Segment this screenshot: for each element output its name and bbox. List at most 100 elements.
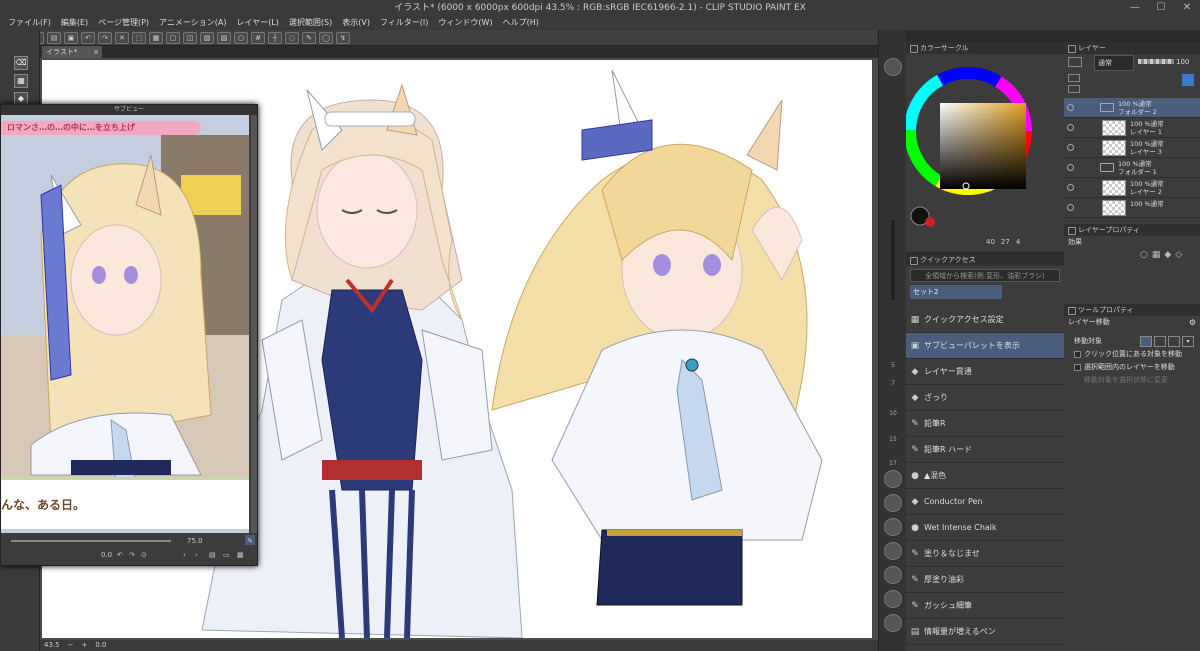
undo-icon[interactable]: ↶ — [81, 31, 95, 44]
qa-item-show-subview[interactable]: ▣ サブビューパレットを表示 — [906, 333, 1064, 359]
zoom-value[interactable]: 43.5 — [44, 640, 60, 651]
qa-item-pencil-r-hard[interactable]: ✎ 鉛筆R ハード — [906, 437, 1064, 463]
visibility-eye-icon[interactable] — [1067, 204, 1074, 211]
layer-row-folder-1[interactable]: 100 %通常 フォルダー 1 — [1064, 158, 1200, 178]
clear-icon[interactable]: ✕ — [115, 31, 129, 44]
quick-access-search[interactable]: 全領域から検索(例:変形、油彩ブラシ) — [910, 269, 1060, 282]
qa-item-color-mix[interactable]: ● ▲混色 — [906, 463, 1064, 489]
option-move-selected-layers[interactable]: 選択範囲内のレイヤーを移動 — [1064, 361, 1200, 374]
border-effect-icon[interactable]: ○ — [1140, 250, 1148, 260]
ellipse-icon[interactable]: ○ — [234, 31, 248, 44]
menu-animation[interactable]: アニメーション(A) — [159, 16, 226, 30]
menu-selection[interactable]: 選択範囲(S) — [289, 16, 332, 30]
qa-item-info-pen[interactable]: ▤ 情報量が増えるペン — [906, 619, 1064, 645]
layer-row-layer-3[interactable]: 100 %通常 レイヤー 3 — [1064, 138, 1200, 158]
lasso-icon[interactable]: ◌ — [285, 31, 299, 44]
blend-mode-select[interactable]: 通常 — [1094, 55, 1134, 71]
brush-size-30-preview[interactable] — [884, 494, 902, 512]
subview-scrollbar[interactable] — [251, 115, 257, 533]
visibility-eye-icon[interactable] — [1067, 104, 1074, 111]
reference-layer-icon[interactable] — [1068, 85, 1080, 93]
brush-size-5[interactable]: 5 — [882, 362, 904, 369]
transform-icon[interactable]: ⬚ — [132, 31, 146, 44]
option-click-target[interactable]: クリック位置にある対象を移動 — [1064, 348, 1200, 361]
move-target-grid-icon[interactable] — [1168, 336, 1180, 347]
menu-file[interactable]: ファイル(F) — [8, 16, 51, 30]
qa-item-layer-through[interactable]: ◆ レイヤー貫通 — [906, 359, 1064, 385]
reset-icon[interactable]: ⊙ — [141, 549, 147, 561]
grid-tool-icon[interactable]: ▦ — [14, 74, 28, 88]
shrink-selection-icon[interactable]: ▨ — [217, 31, 231, 44]
menu-window[interactable]: ウィンドウ(W) — [438, 16, 492, 30]
maximize-button[interactable]: ☐ — [1148, 0, 1174, 16]
document-tab[interactable]: イラスト* × — [42, 46, 102, 58]
ruler-icon[interactable]: ┼ — [268, 31, 282, 44]
mono-effect-icon[interactable]: ◇ — [1175, 250, 1182, 260]
quick-access-set-selector[interactable]: セット2 — [910, 285, 1002, 299]
move-target-layer-icon[interactable] — [1140, 336, 1152, 347]
brush-size-15[interactable]: 15 — [882, 436, 904, 443]
rotate-left-icon[interactable]: ↶ — [117, 549, 123, 561]
layer-row-folder-2[interactable]: 100 %通常 フォルダー 2 — [1064, 98, 1200, 118]
layer-settings-icon[interactable] — [1068, 57, 1082, 67]
brush-size-70-preview[interactable] — [884, 566, 902, 584]
brush-size-slider[interactable] — [891, 220, 895, 300]
grid-icon[interactable]: # — [251, 31, 265, 44]
brush-size-25-preview[interactable] — [884, 470, 902, 488]
layer-row-layer-2[interactable]: 100 %通常 レイヤー 2 — [1064, 178, 1200, 198]
expand-selection-icon[interactable]: ▧ — [200, 31, 214, 44]
select-all-icon[interactable]: ▦ — [149, 31, 163, 44]
clipping-icon[interactable] — [1068, 74, 1080, 82]
save-icon[interactable]: ▣ — [64, 31, 78, 44]
menu-edit[interactable]: 編集(E) — [61, 16, 88, 30]
visibility-eye-icon[interactable] — [1067, 144, 1074, 151]
qa-item-rough[interactable]: ◆ ざっり — [906, 385, 1064, 411]
import-image-icon[interactable]: ▤ — [209, 549, 216, 561]
menu-help[interactable]: ヘルプ(H) — [503, 16, 539, 30]
eyedropper-icon[interactable]: ✎ — [302, 31, 316, 44]
visibility-eye-icon[interactable] — [1067, 164, 1074, 171]
chevron-down-icon[interactable]: ▾ — [1182, 336, 1194, 347]
color-wheel[interactable] — [906, 56, 1064, 228]
brush-size-500-preview[interactable] — [884, 614, 902, 632]
brush-size-17[interactable]: 17 — [882, 460, 904, 467]
qa-item-conductor-pen[interactable]: ◆ Conductor Pen — [906, 489, 1064, 515]
subview-angle-value[interactable]: 0.0 — [101, 549, 112, 561]
visibility-eye-icon[interactable] — [1067, 124, 1074, 131]
visibility-eye-icon[interactable] — [1067, 184, 1074, 191]
layer-color-icon[interactable] — [1182, 74, 1194, 86]
tail-icon[interactable]: ↯ — [336, 31, 350, 44]
wrench-icon[interactable]: ⚙ — [1189, 316, 1196, 329]
minimize-button[interactable]: — — [1122, 0, 1148, 16]
qa-item-settings[interactable]: ▦ クイックアクセス設定 — [906, 307, 1064, 333]
layer-row-layer-1[interactable]: 100 %通常 レイヤー 1 — [1064, 118, 1200, 138]
opacity-slider[interactable] — [1138, 59, 1174, 64]
angle-value[interactable]: 0.0 — [95, 640, 106, 651]
menu-filter[interactable]: フィルター(I) — [380, 16, 428, 30]
brush-size-100-preview[interactable] — [884, 590, 902, 608]
deselect-icon[interactable]: ▢ — [166, 31, 180, 44]
close-icon[interactable]: × — [93, 46, 99, 58]
eyedropper-icon[interactable]: ✎ — [245, 535, 255, 545]
qa-item-paint-blend[interactable]: ✎ 塗り＆なじませ — [906, 541, 1064, 567]
folder-icon[interactable]: ▭ — [223, 549, 230, 561]
invert-selection-icon[interactable]: ◫ — [183, 31, 197, 44]
brush-size-50-preview[interactable] — [884, 542, 902, 560]
close-button[interactable]: ✕ — [1174, 0, 1200, 16]
color-effect-icon[interactable]: ◆ — [1164, 250, 1171, 260]
qa-item-gouache-fine[interactable]: ✎ ガッシュ細筆 — [906, 593, 1064, 619]
move-target-tone-icon[interactable] — [1154, 336, 1166, 347]
eraser-tool-icon[interactable]: ⌫ — [14, 56, 28, 70]
brush-size-preview[interactable] — [884, 58, 902, 76]
prev-image-icon[interactable]: ‹ — [183, 549, 186, 561]
checkbox[interactable] — [1074, 351, 1081, 358]
delete-icon[interactable]: ▦ — [237, 549, 244, 561]
brush-size-40-preview[interactable] — [884, 518, 902, 536]
subview-zoom-slider[interactable] — [11, 540, 171, 542]
menu-view[interactable]: 表示(V) — [342, 16, 370, 30]
tone-effect-icon[interactable]: ▦ — [1152, 250, 1161, 260]
subview-zoom-value[interactable]: 75.0 — [187, 535, 203, 547]
rotate-right-icon[interactable]: ↷ — [129, 549, 135, 561]
qa-item-pencil-r[interactable]: ✎ 鉛筆R — [906, 411, 1064, 437]
zoom-out-icon[interactable]: − — [68, 640, 74, 651]
